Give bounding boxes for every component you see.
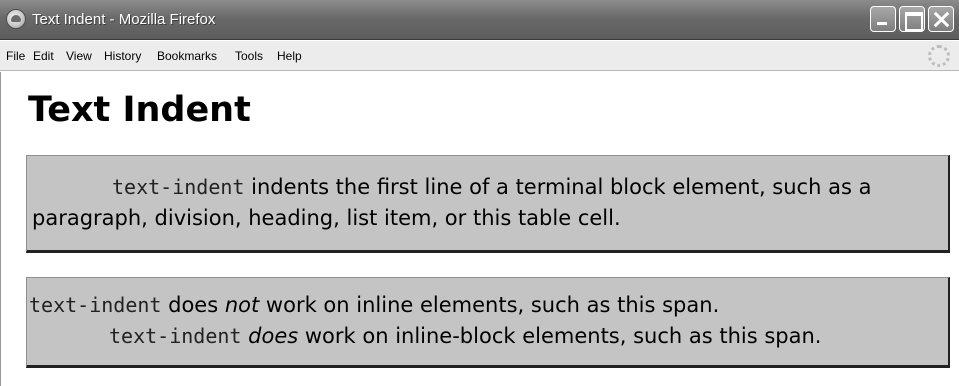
menu-bar: File Edit View History Bookmarks Tools H… [0,41,959,71]
code-text-indent: text-indent [112,175,245,199]
menu-edit[interactable]: Edit [33,48,54,64]
emphasis-not: not [224,293,260,317]
window-title: Text Indent - Mozilla Firefox [32,11,216,28]
loading-throbber-icon [928,45,950,67]
page-content: Text Indent text-indent indents the firs… [0,72,959,386]
menu-view[interactable]: View [66,48,92,64]
menu-tools[interactable]: Tools [235,48,263,64]
browser-window: Text Indent - Mozilla Firefox File Edit … [0,0,959,386]
emphasis-does: does [248,324,299,348]
code-text-indent: text-indent [109,324,242,348]
firefox-icon [6,9,26,29]
inline-text-pre: does [161,293,225,317]
table-cell-block-example: text-indent indents the first line of a … [26,155,950,253]
title-bar: Text Indent - Mozilla Firefox [0,0,959,40]
menu-history[interactable]: History [104,48,141,64]
inline-span-examples: text-indent does not work on inline elem… [26,277,950,368]
code-text-indent: text-indent [29,293,162,317]
close-icon[interactable] [928,6,954,32]
maximize-icon[interactable] [899,6,925,32]
inline-text-post: work on inline elements, such as this sp… [259,293,720,317]
menu-help[interactable]: Help [277,48,302,64]
menu-file[interactable]: File [6,48,25,64]
inline-span-line: text-indent does not work on inline elem… [29,290,938,321]
minimize-icon[interactable] [870,6,896,32]
page-title: Text Indent [28,90,251,130]
inline-block-text: work on inline-block elements, such as t… [298,324,822,348]
inline-block-span: text-indent does work on inline-block el… [29,321,821,352]
menu-bookmarks[interactable]: Bookmarks [157,48,217,64]
